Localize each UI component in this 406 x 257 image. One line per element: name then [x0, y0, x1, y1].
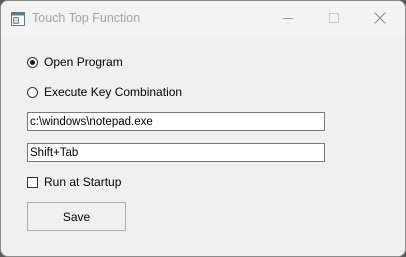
open-program-radio[interactable] [27, 56, 38, 68]
app-icon [11, 12, 25, 26]
window-title: Touch Top Function [32, 11, 141, 25]
title-bar[interactable]: Touch Top Function [1, 1, 405, 37]
execute-key-combination-label: Execute Key Combination [44, 85, 183, 99]
minimize-icon [283, 18, 293, 19]
run-at-startup-option[interactable]: Run at Startup [27, 175, 121, 189]
maximize-button[interactable] [311, 1, 357, 35]
close-button[interactable] [357, 1, 403, 35]
execute-key-combination-radio[interactable] [27, 86, 38, 98]
key-combination-input[interactable] [27, 143, 325, 162]
program-path-input[interactable] [27, 112, 325, 131]
save-button[interactable]: Save [27, 202, 126, 231]
minimize-button[interactable] [265, 1, 311, 35]
maximize-icon [329, 13, 339, 23]
open-program-option[interactable]: Open Program [27, 55, 123, 69]
execute-key-combination-option[interactable]: Execute Key Combination [27, 85, 182, 99]
open-program-label: Open Program [44, 55, 123, 69]
close-icon [374, 12, 386, 24]
run-at-startup-label: Run at Startup [44, 175, 122, 189]
run-at-startup-checkbox[interactable] [27, 176, 38, 188]
app-window: Touch Top Function Open Program Execute … [0, 0, 406, 257]
